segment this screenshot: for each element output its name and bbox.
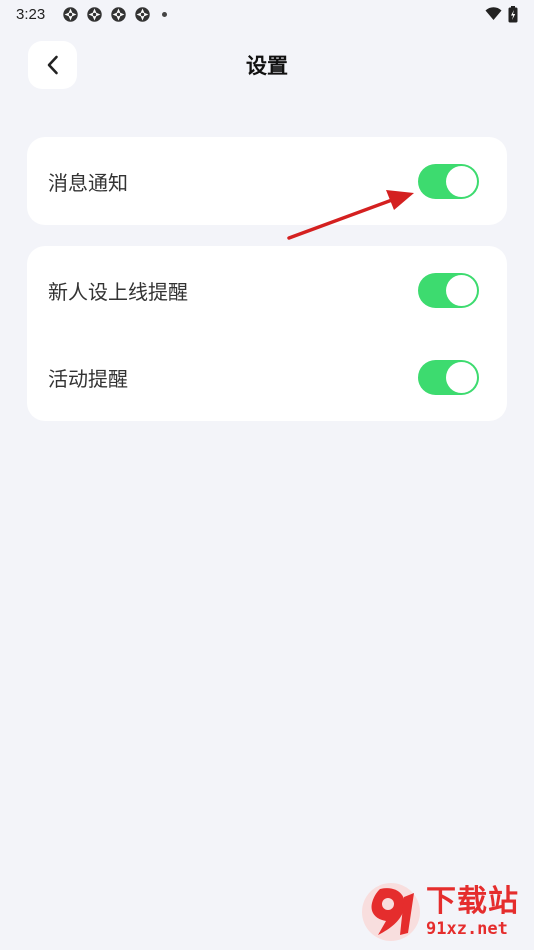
chevron-left-icon xyxy=(47,55,58,75)
activity-toggle[interactable] xyxy=(418,359,479,395)
more-notifications-dot xyxy=(162,11,168,17)
newcomer-online-toggle[interactable] xyxy=(418,272,479,308)
status-left: 3:23 xyxy=(16,5,168,23)
toggle-knob xyxy=(446,274,477,306)
notification-toggle[interactable] xyxy=(418,163,479,199)
app-notification-icon xyxy=(111,6,126,22)
app-notification-icon xyxy=(63,6,78,22)
setting-label: 消息通知 xyxy=(48,170,128,195)
notification-settings-card: 消息通知 xyxy=(27,137,507,225)
setting-row-newcomer-online: 新人设上线提醒 xyxy=(27,246,507,334)
app-notification-icon xyxy=(87,6,102,22)
watermark-title: 下载站 xyxy=(426,884,519,919)
setting-label: 新人设上线提醒 xyxy=(48,279,188,304)
watermark-url: 91xz.net xyxy=(426,919,508,939)
page-header: 设置 xyxy=(0,40,534,90)
battery-charging-icon xyxy=(508,5,518,22)
site-watermark: 下载站 91xz.net xyxy=(360,878,530,946)
watermark-text: 下载站 91xz.net xyxy=(426,884,519,940)
status-bar: 3:23 xyxy=(0,0,534,28)
reminder-settings-card: 新人设上线提醒 活动提醒 xyxy=(27,246,507,421)
wifi-icon xyxy=(485,7,502,20)
setting-row-notification: 消息通知 xyxy=(27,137,507,225)
toggle-knob xyxy=(446,165,477,197)
status-right xyxy=(485,5,518,23)
status-time: 3:23 xyxy=(16,5,46,23)
back-button[interactable] xyxy=(28,41,77,89)
setting-label: 活动提醒 xyxy=(48,366,128,391)
page-title: 设置 xyxy=(246,54,288,78)
app-notification-icon xyxy=(135,6,150,22)
setting-row-activity: 活动提醒 xyxy=(27,333,507,421)
watermark-logo xyxy=(362,883,420,941)
toggle-knob xyxy=(446,361,477,393)
